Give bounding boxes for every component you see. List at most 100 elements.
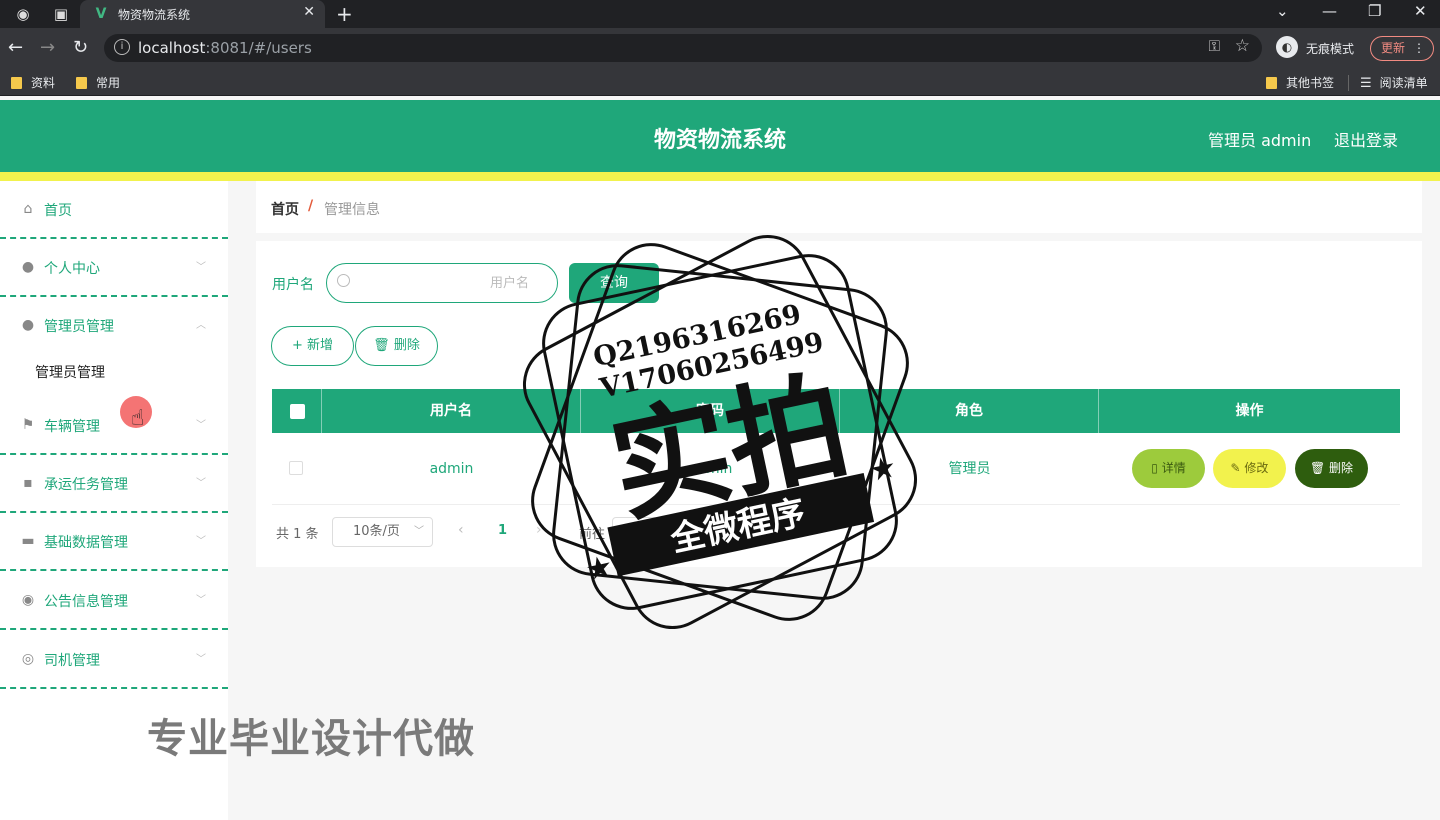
add-button-label: + 新增 bbox=[291, 338, 334, 353]
trash-icon: 🗑 bbox=[1309, 461, 1330, 475]
bookmark-folder-changyong[interactable]: 常用 bbox=[76, 74, 120, 91]
main-content-card: 用户名 查询 + 新增 🗑 删除 用户名 密码 角色 操作 admin admi… bbox=[256, 241, 1422, 567]
sidebar-item-vehicle-management[interactable]: ⚑ 车辆管理 ﹀ bbox=[0, 397, 228, 455]
sidebar-item-transport-task[interactable]: ▪ 承运任务管理 ﹀ bbox=[0, 455, 228, 513]
query-button[interactable]: 查询 bbox=[569, 263, 659, 303]
folder-icon bbox=[76, 77, 87, 89]
sidebar-item-notice-info[interactable]: ◉ 公告信息管理 ﹀ bbox=[0, 572, 228, 630]
page-size-value: 10条/页 bbox=[353, 524, 400, 539]
detail-label: 详情 bbox=[1161, 461, 1186, 475]
vue-favicon-icon: V bbox=[95, 6, 107, 22]
row-delete-label: 删除 bbox=[1329, 461, 1354, 475]
bookmarks-bar: 资料 常用 其他书签 ☰ 阅读清单 bbox=[0, 68, 1440, 96]
app-header: 物资物流系统 管理员 admin 退出登录 bbox=[0, 100, 1440, 172]
edit-button[interactable]: ✎ 修改 bbox=[1213, 449, 1286, 488]
column-header-role: 角色 bbox=[840, 389, 1099, 433]
pagination: 共 1 条 10条/页 ﹀ ‹ 1 › 前往 1 bbox=[272, 517, 872, 547]
sidebar-item-label: 司机管理 bbox=[44, 653, 100, 669]
logout-link[interactable]: 退出登录 bbox=[1334, 127, 1398, 151]
breadcrumb-home[interactable]: 首页 bbox=[271, 199, 299, 219]
bookmark-folder-ziliao[interactable]: 资料 bbox=[11, 74, 55, 91]
sidebar-subitem-admin-management[interactable]: 管理员管理 bbox=[0, 355, 228, 399]
reload-icon[interactable]: ↻ bbox=[73, 37, 88, 58]
incognito-label: 无痕模式 bbox=[1306, 42, 1355, 56]
browser-tab-strip: ◉ ▣ V 物资物流系统 ✕ + ⌄ — ❐ ✕ bbox=[0, 0, 1440, 28]
bookmark-star-icon[interactable]: ☆ bbox=[1235, 36, 1250, 56]
detail-button[interactable]: ▯ 详情 bbox=[1132, 449, 1205, 488]
sidebar-item-base-data[interactable]: ▬ 基础数据管理 ﹀ bbox=[0, 513, 228, 571]
sidebar-item-home[interactable]: ⌂ 首页 bbox=[0, 181, 228, 239]
chevron-down-icon: ﹀ bbox=[196, 262, 206, 273]
sidebar-item-admin-management[interactable]: ● 管理员管理 ︿ bbox=[0, 297, 228, 355]
chevron-down-icon: ﹀ bbox=[414, 526, 424, 537]
header-accent-stripe bbox=[0, 172, 1440, 181]
sidebar-item-driver-management[interactable]: ◎ 司机管理 ﹀ bbox=[0, 631, 228, 689]
sidebar-item-label: 公告信息管理 bbox=[44, 594, 128, 610]
minimize-icon[interactable]: — bbox=[1322, 2, 1337, 20]
row-delete-button[interactable]: 🗑 删除 bbox=[1295, 449, 1368, 488]
column-header-password: 密码 bbox=[581, 389, 840, 433]
goto-page-input[interactable]: 1 bbox=[612, 517, 658, 547]
prev-page-icon[interactable]: ‹ bbox=[458, 522, 464, 538]
breadcrumb: 首页 / 管理信息 bbox=[256, 181, 1422, 233]
restore-icon[interactable]: ❐ bbox=[1368, 2, 1381, 20]
chevron-down-icon: ﹀ bbox=[196, 595, 206, 606]
column-header-actions: 操作 bbox=[1235, 403, 1264, 419]
chevron-up-icon: ︿ bbox=[196, 320, 206, 331]
search-input-wrapper[interactable] bbox=[326, 263, 558, 303]
current-user-label: 管理员 admin bbox=[1208, 131, 1312, 150]
folder-icon bbox=[11, 77, 22, 89]
select-all-cell bbox=[272, 389, 322, 433]
reading-list-icon: ☰ bbox=[1360, 76, 1372, 91]
reading-list[interactable]: ☰ 阅读清单 bbox=[1360, 74, 1428, 91]
sidebar-item-label: 首页 bbox=[44, 203, 72, 219]
back-icon[interactable]: ← bbox=[8, 37, 23, 58]
pencil-icon: ✎ bbox=[1230, 461, 1245, 475]
sidebar-item-personal-center[interactable]: ● 个人中心 ﹀ bbox=[0, 239, 228, 297]
cell-password: admin bbox=[688, 461, 733, 477]
gauge-icon: ◎ bbox=[21, 651, 35, 667]
batch-delete-button[interactable]: 🗑 删除 bbox=[355, 326, 438, 366]
flag-icon: ⚑ bbox=[21, 417, 35, 433]
cell-username: admin bbox=[429, 461, 474, 477]
url-text[interactable]: localhost:8081/#/users bbox=[138, 39, 312, 57]
site-info-icon[interactable]: i bbox=[114, 39, 130, 55]
pagination-total: 共 1 条 bbox=[276, 527, 319, 542]
chevron-down-icon: ﹀ bbox=[196, 536, 206, 547]
forward-icon[interactable]: → bbox=[40, 37, 55, 58]
batch-delete-label: 删除 bbox=[393, 338, 420, 353]
chevron-down-icon: ﹀ bbox=[196, 420, 206, 431]
search-icon bbox=[337, 274, 350, 287]
next-page-icon[interactable]: › bbox=[536, 522, 542, 538]
incognito-icon: ◐ bbox=[1276, 36, 1298, 58]
bulb-icon: ◉ bbox=[21, 592, 35, 608]
search-input[interactable] bbox=[357, 272, 529, 294]
select-all-checkbox[interactable] bbox=[290, 404, 305, 419]
page-number-current[interactable]: 1 bbox=[498, 523, 507, 538]
new-tab-icon[interactable]: + bbox=[336, 2, 353, 26]
sidebar-item-label: 承运任务管理 bbox=[44, 477, 128, 493]
page-size-select[interactable]: 10条/页 ﹀ bbox=[332, 517, 433, 547]
window-close-icon[interactable]: ✕ bbox=[1414, 2, 1427, 20]
home-icon: ⌂ bbox=[23, 201, 33, 217]
bookmark-folder-other[interactable]: 其他书签 bbox=[1266, 74, 1334, 91]
update-button[interactable]: 更新 ⋮ bbox=[1370, 36, 1434, 61]
add-button[interactable]: + 新增 bbox=[271, 326, 354, 366]
tab-group-icon[interactable]: ▣ bbox=[50, 3, 72, 25]
update-label: 更新 bbox=[1381, 41, 1406, 55]
row-checkbox[interactable] bbox=[289, 461, 303, 475]
table-row: admin admin 管理员 ▯ 详情 ✎ 修改 🗑 删除 bbox=[272, 433, 1400, 505]
search-label: 用户名 bbox=[272, 277, 314, 293]
cell-role: 管理员 bbox=[948, 461, 991, 477]
folder-icon bbox=[1266, 77, 1277, 89]
key-icon[interactable]: ⚿ bbox=[1209, 37, 1220, 55]
more-menu-icon[interactable]: ⋮ bbox=[1413, 37, 1425, 60]
document-icon: ▯ bbox=[1151, 461, 1162, 475]
tab-close-icon[interactable]: ✕ bbox=[303, 4, 315, 20]
sidebar-item-label: 车辆管理 bbox=[44, 419, 100, 435]
omnibox[interactable]: i localhost:8081/#/users ⚿ ☆ bbox=[104, 34, 1262, 62]
browser-menu-icon[interactable]: ◉ bbox=[12, 3, 34, 25]
goto-page-value: 1 bbox=[630, 524, 639, 539]
tab-search-icon[interactable]: ⌄ bbox=[1276, 2, 1289, 20]
browser-tab[interactable]: V 物资物流系统 ✕ bbox=[80, 0, 325, 28]
